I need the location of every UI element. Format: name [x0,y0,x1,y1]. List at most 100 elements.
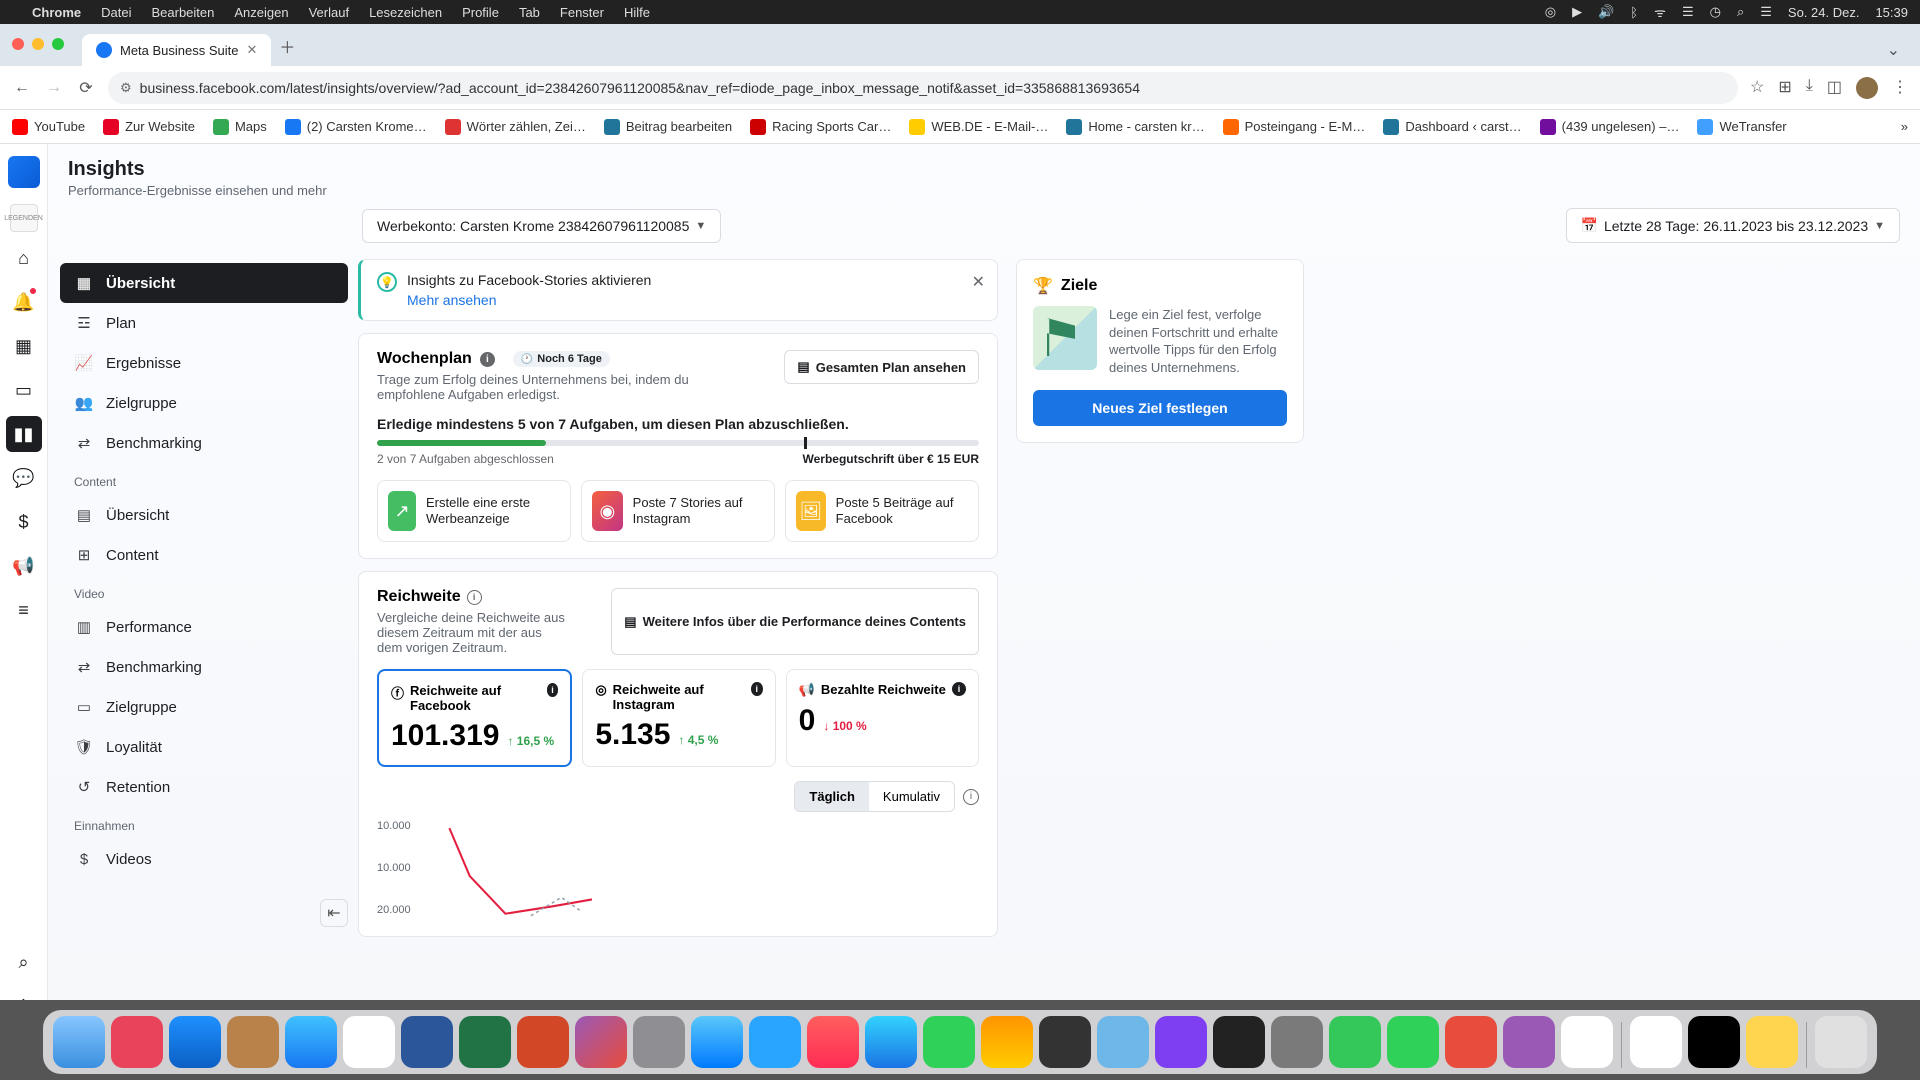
metric-instagram-reach[interactable]: ◎ Reichweite auf Instagram i 5.135 ↑ 4,5… [582,669,775,767]
metric-paid-reach[interactable]: 📢 Bezahlte Reichweite i 0 ↓ 100 % [786,669,979,767]
rail-search-icon[interactable]: ⌕ [6,944,42,980]
metric-facebook-reach[interactable]: ⓕ Reichweite auf Facebook i 101.319 ↑ 16… [377,669,572,767]
bookmark-item[interactable]: Racing Sports Car… [750,119,891,135]
back-button[interactable]: ← [12,79,32,97]
page-thumbnail[interactable]: LEGENDEN [10,204,38,232]
browser-tab[interactable]: Meta Business Suite ✕ [82,34,271,66]
rail-ads-icon[interactable]: 📢 [6,548,42,584]
rail-planner-icon[interactable]: ▦ [6,328,42,364]
bookmark-item[interactable]: WEB.DE - E-Mail-… [909,119,1048,135]
chrome-menu-icon[interactable]: ⋮ [1892,77,1908,99]
account-selector[interactable]: Werbekonto: Carsten Krome 23842607961120… [362,209,721,243]
sidenav-content[interactable]: ⊞Content [60,535,348,575]
sidenav-zielgruppe[interactable]: 👥Zielgruppe [60,383,348,423]
bluetooth-icon[interactable]: ᛒ [1630,5,1638,20]
reload-button[interactable]: ⟳ [76,78,96,98]
info-icon[interactable]: i [467,590,482,605]
rail-help-icon[interactable]: ? [6,1032,42,1068]
menu-tab[interactable]: Tab [519,5,540,20]
banner-link[interactable]: Mehr ansehen [407,292,651,308]
menu-bearbeiten[interactable]: Bearbeiten [151,5,214,20]
minimize-window-icon[interactable] [32,38,44,50]
menu-profile[interactable]: Profile [462,5,499,20]
menu-hilfe[interactable]: Hilfe [624,5,650,20]
bookmark-item[interactable]: Home - carsten kr… [1066,119,1204,135]
sidenav-video-zielgruppe[interactable]: ▭Zielgruppe [60,687,348,727]
clock-icon[interactable]: ◷ [1710,4,1721,20]
info-icon[interactable]: i [480,352,495,367]
menubar-app[interactable]: Chrome [32,5,81,20]
sidenav-einnahmen-videos[interactable]: $Videos [60,839,348,879]
bookmark-item[interactable]: WeTransfer [1697,119,1786,135]
new-goal-button[interactable]: Neues Ziel festlegen [1033,390,1287,426]
rail-inbox-icon[interactable]: 💬 [6,460,42,496]
wifi-icon[interactable]: ᯤ [1654,3,1666,21]
menubar-time[interactable]: 15:39 [1875,5,1908,20]
bookmark-item[interactable]: Zur Website [103,119,195,135]
sidenav-content-uebersicht[interactable]: ▤Übersicht [60,495,348,535]
rail-notifications-icon[interactable]: 🔔 [6,284,42,320]
bookmark-item[interactable]: Posteingang - E-M… [1223,119,1366,135]
sidenav-video-benchmarking[interactable]: ⇄Benchmarking [60,647,348,687]
volume-icon[interactable]: 🔊 [1598,4,1614,20]
menubar-date[interactable]: So. 24. Dez. [1788,5,1860,20]
search-icon[interactable]: ⌕ [1737,4,1744,20]
sidenav-uebersicht[interactable]: ▦Übersicht [60,263,348,303]
bookmarks-overflow-icon[interactable]: » [1901,119,1908,134]
tab-overflow-button[interactable]: ⌄ [1877,34,1910,66]
sidepanel-icon[interactable]: ◫ [1827,77,1842,99]
bookmark-item[interactable]: YouTube [12,119,85,135]
menu-lesezeichen[interactable]: Lesezeichen [369,5,442,20]
info-icon[interactable]: i [963,789,979,805]
window-controls[interactable] [12,38,64,50]
bookmark-item[interactable]: (2) Carsten Krome… [285,119,427,135]
task-post-facebook[interactable]: 🖼 Poste 5 Beiträge auf Facebook [785,480,979,542]
date-range-selector[interactable]: 📅 Letzte 28 Tage: 26.11.2023 bis 23.12.2… [1566,208,1900,243]
task-create-ad[interactable]: ↗ Erstelle eine erste Werbeanzeige [377,480,571,542]
info-icon[interactable]: i [751,682,763,696]
bookmark-item[interactable]: (439 ungelesen) –… [1540,119,1680,135]
menu-icon[interactable]: ☰ [1760,4,1772,20]
rail-insights-icon[interactable]: ▮▮ [6,416,42,452]
sidenav-collapse-button[interactable]: ⇤ [320,899,348,927]
new-tab-button[interactable]: ＋ [271,26,303,66]
rail-home-icon[interactable]: ⌂ [6,240,42,276]
menu-anzeigen[interactable]: Anzeigen [234,5,288,20]
info-icon[interactable]: i [952,682,966,696]
meta-logo-icon[interactable] [8,156,40,188]
tab-close-icon[interactable]: ✕ [247,42,258,58]
downloads-icon[interactable]: ⤓ [1806,77,1813,99]
rail-content-icon[interactable]: ▭ [6,372,42,408]
info-icon[interactable]: i [547,683,559,697]
status-icon[interactable]: ▶ [1572,4,1582,20]
bookmark-item[interactable]: Beitrag bearbeiten [604,119,732,135]
sidenav-benchmarking[interactable]: ⇄Benchmarking [60,423,348,463]
close-icon[interactable]: ✕ [972,272,985,292]
menu-datei[interactable]: Datei [101,5,131,20]
bookmark-item[interactable]: Wörter zählen, Zei… [445,119,586,135]
menu-verlauf[interactable]: Verlauf [309,5,349,20]
control-center-icon[interactable]: ☰ [1682,4,1694,20]
sidenav-plan[interactable]: ☲Plan [60,303,348,343]
bookmark-star-icon[interactable]: ☆ [1750,77,1764,99]
bookmark-item[interactable]: Dashboard ‹ carst… [1383,119,1521,135]
status-icon[interactable]: ◎ [1545,4,1556,20]
profile-avatar-icon[interactable] [1856,77,1878,99]
rail-settings-icon[interactable]: ⚙ [6,988,42,1024]
content-performance-button[interactable]: ▤ Weitere Infos über die Performance dei… [611,588,979,655]
menu-fenster[interactable]: Fenster [560,5,604,20]
seg-cumulative[interactable]: Kumulativ [869,782,954,811]
rail-all-tools-icon[interactable]: ≡ [6,592,42,628]
view-full-plan-button[interactable]: ▤ Gesamten Plan ansehen [784,350,979,384]
extensions-icon[interactable]: ⊞ [1778,77,1791,99]
fullscreen-window-icon[interactable] [52,38,64,50]
rail-monetization-icon[interactable]: $ [6,504,42,540]
sidenav-ergebnisse[interactable]: 📈Ergebnisse [60,343,348,383]
sidenav-video-loyalitaet[interactable]: 🛡Loyalität [60,727,348,767]
seg-daily[interactable]: Täglich [795,782,869,811]
sidenav-video-performance[interactable]: ▥Performance [60,607,348,647]
task-post-stories[interactable]: ◉ Poste 7 Stories auf Instagram [581,480,775,542]
sidenav-video-retention[interactable]: ↺Retention [60,767,348,807]
site-info-icon[interactable]: ⚙ [120,80,132,96]
forward-button[interactable]: → [44,79,64,97]
